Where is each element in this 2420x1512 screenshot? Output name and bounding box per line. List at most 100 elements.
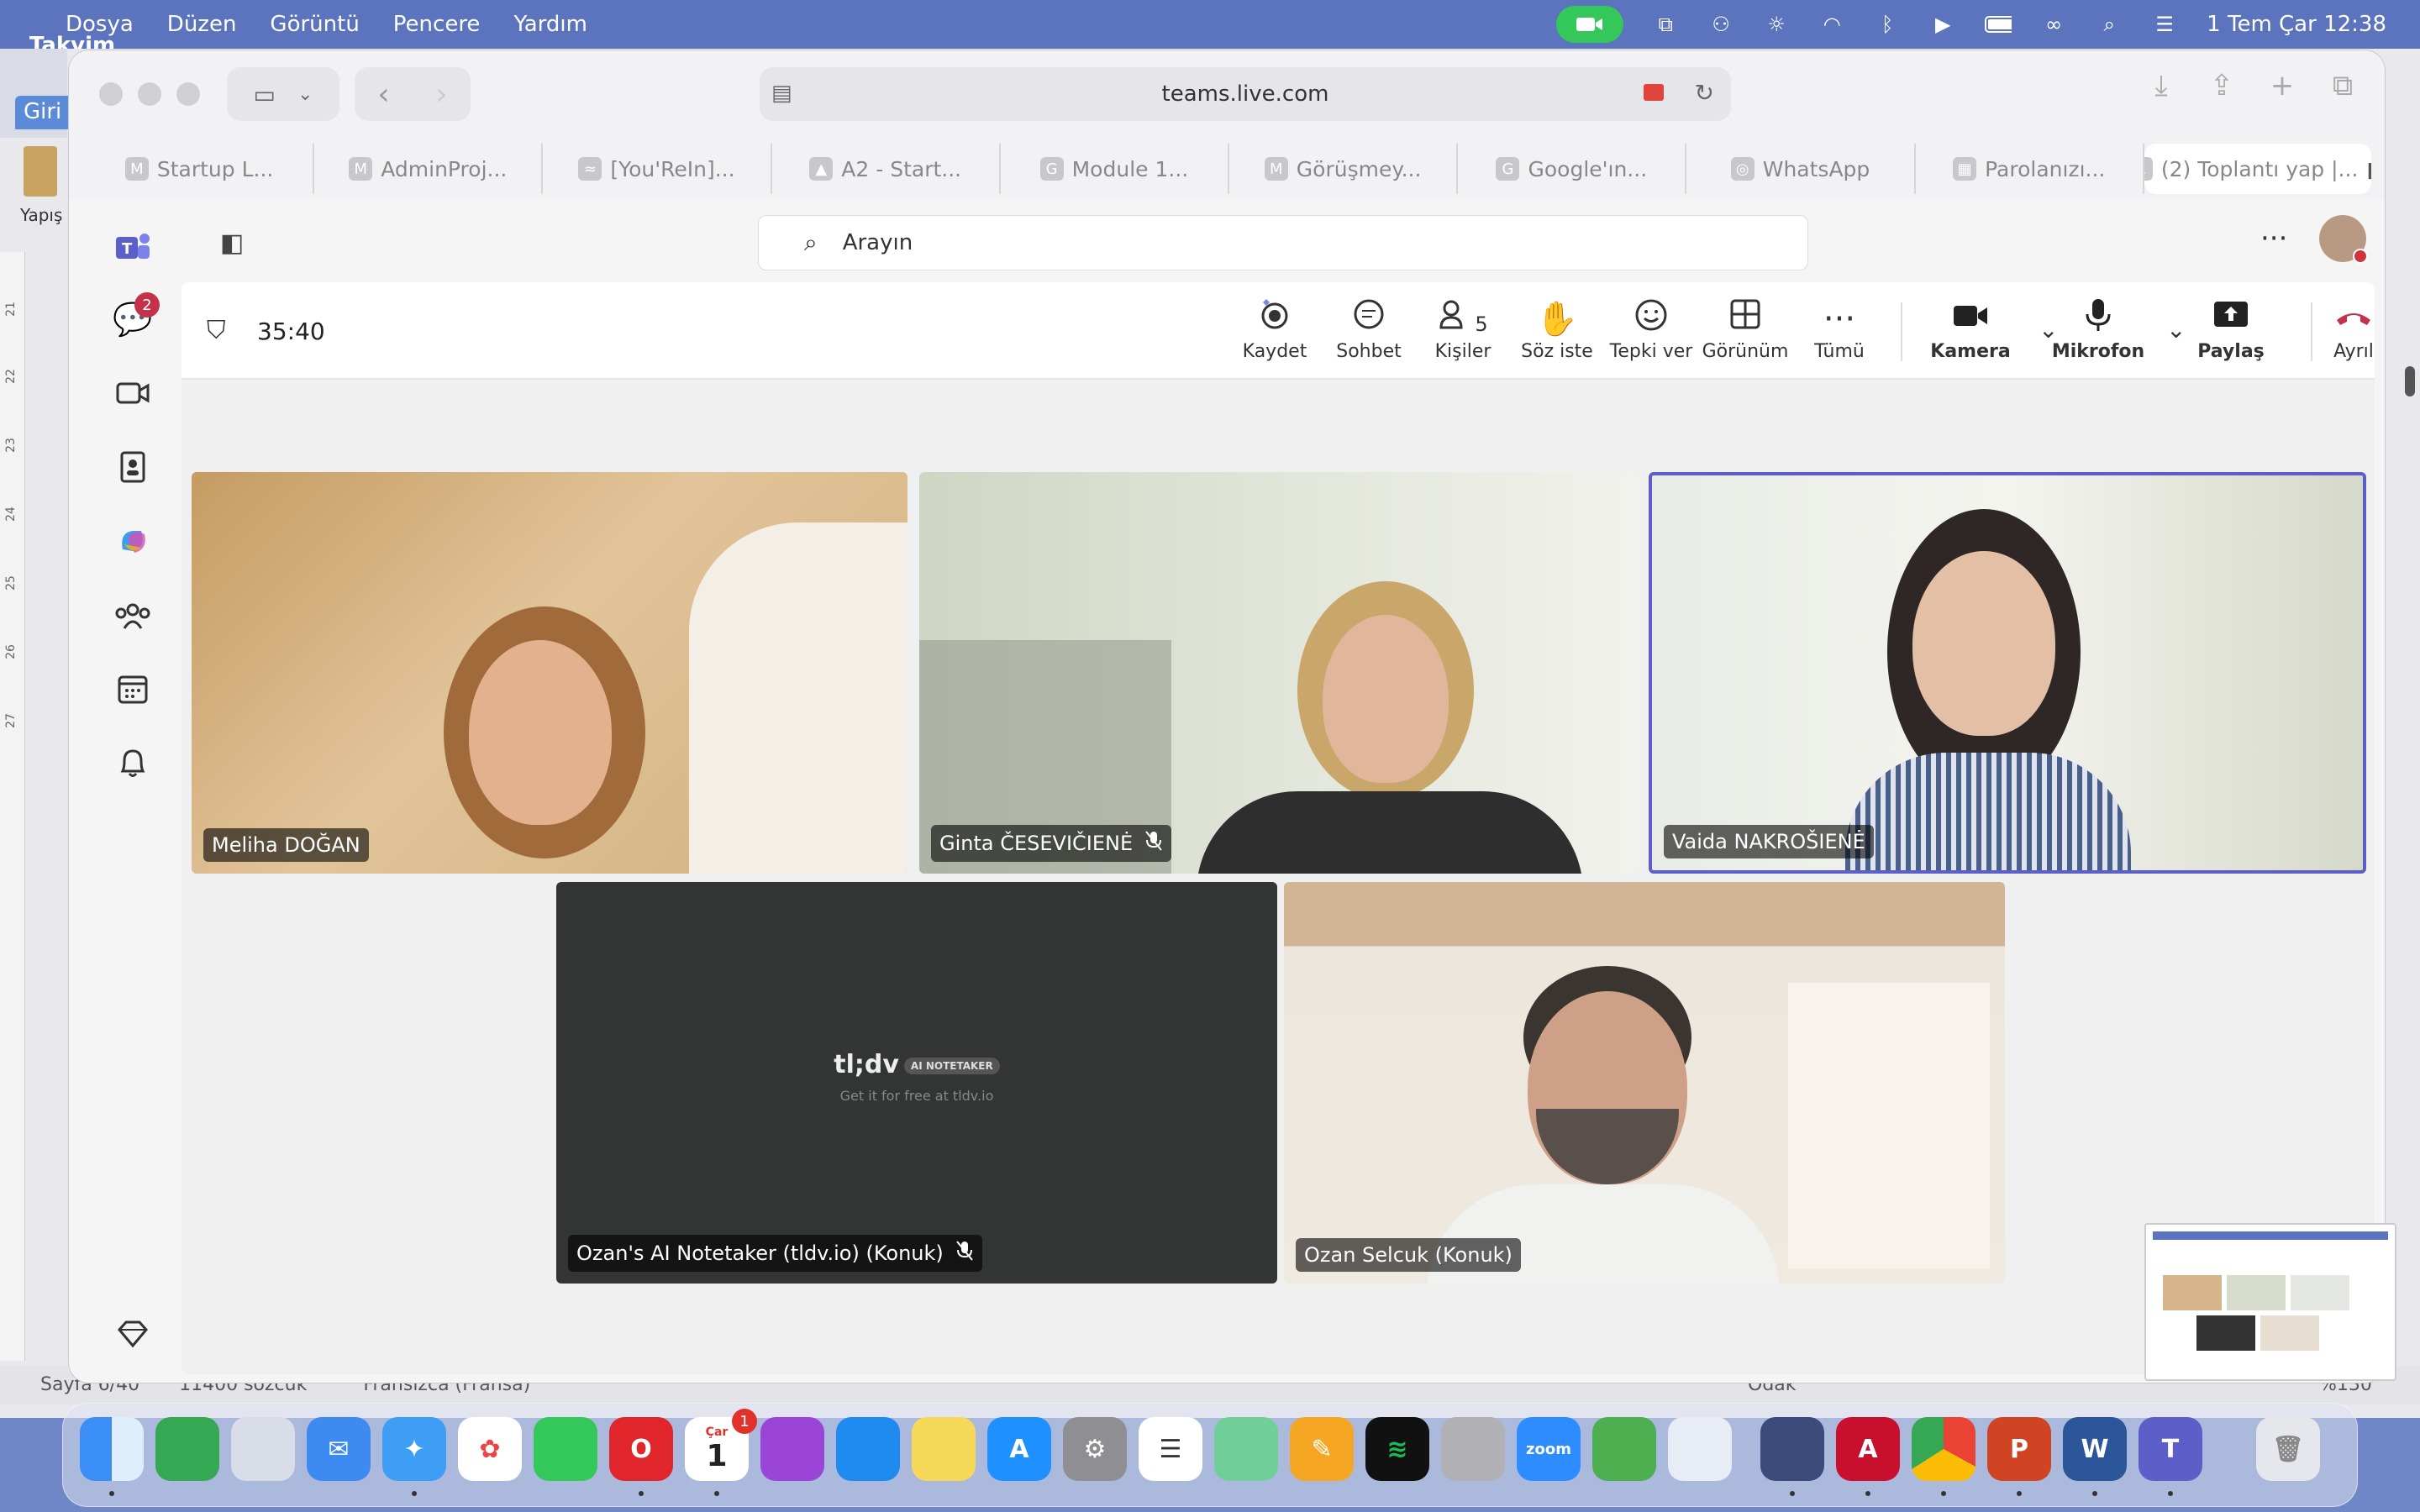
- contacts-app-icon[interactable]: [1441, 1417, 1505, 1481]
- share-button[interactable]: Paylaş: [2185, 297, 2277, 362]
- forward-button[interactable]: ›: [435, 77, 447, 112]
- browser-tab[interactable]: ▦ Parolanızı...: [1916, 144, 2144, 194]
- shield-icon[interactable]: ⛉: [207, 316, 226, 345]
- teams-search-bar[interactable]: ⌕ Arayın: [758, 215, 1808, 270]
- browser-tab[interactable]: M Startup L...: [86, 144, 315, 194]
- brightness-icon[interactable]: ☼: [1763, 13, 1790, 36]
- back-button[interactable]: ‹: [377, 77, 389, 112]
- chrome-icon[interactable]: [1912, 1417, 1975, 1481]
- view-button[interactable]: Görünüm: [1699, 297, 1791, 362]
- share-icon[interactable]: ⇪: [2203, 67, 2240, 104]
- utility-app-icon[interactable]: [1668, 1417, 1732, 1481]
- browser-tab[interactable]: M AdminProj...: [314, 144, 544, 194]
- leave-button[interactable]: Ayrıl: [2307, 297, 2375, 362]
- control-center-icon[interactable]: ☰: [2151, 13, 2178, 36]
- podcasts-icon[interactable]: [760, 1417, 824, 1481]
- zoom-window-button[interactable]: [176, 82, 200, 106]
- trash-icon[interactable]: 🗑: [2256, 1417, 2320, 1481]
- zoom-icon[interactable]: zoom: [1517, 1417, 1581, 1481]
- chat-nav-icon[interactable]: 💬 2: [106, 292, 160, 346]
- browser-tab[interactable]: ▲ A2 - Start...: [772, 144, 1001, 194]
- raise-hand-button[interactable]: ✋ Söz iste: [1511, 297, 1603, 362]
- react-button[interactable]: Tepki ver: [1605, 297, 1697, 362]
- teams-dock-icon[interactable]: T: [2139, 1417, 2202, 1481]
- premium-diamond-icon[interactable]: [106, 1307, 160, 1361]
- record-button[interactable]: Kaydet: [1228, 297, 1321, 362]
- contacts-nav-icon[interactable]: [106, 440, 160, 494]
- screenshot-preview-thumbnail[interactable]: [2144, 1223, 2396, 1381]
- menubar-clock[interactable]: 1 Tem Çar 12:38: [2207, 12, 2386, 37]
- participant-video-tile[interactable]: Ginta ČESEVIČIENĖ: [919, 472, 1639, 874]
- mic-options-chevron-icon[interactable]: ⌄: [2166, 316, 2186, 344]
- facetime-icon[interactable]: [534, 1417, 597, 1481]
- microphone-button[interactable]: Mikrofon: [2052, 297, 2144, 362]
- battery-icon[interactable]: [1985, 13, 2012, 35]
- opera-icon[interactable]: O: [609, 1417, 673, 1481]
- more-options-icon[interactable]: ···: [2260, 222, 2287, 255]
- sidebar-toggle-button[interactable]: ▭ ⌄: [227, 67, 339, 121]
- system-settings-icon[interactable]: ⚙: [1063, 1417, 1127, 1481]
- document-scrollbar[interactable]: [2405, 366, 2415, 396]
- participant-video-tile-active-speaker[interactable]: Vaida NAKROŠIENĖ: [1649, 472, 2366, 874]
- participant-video-tile[interactable]: Meliha DOĞAN: [192, 472, 908, 874]
- minimize-window-button[interactable]: [138, 82, 161, 106]
- safari-icon[interactable]: ✦: [382, 1417, 446, 1481]
- browser-tab-active[interactable]: L (2) Toplantı yap |... ■: [2144, 144, 2372, 194]
- acrobat-icon[interactable]: A: [1836, 1417, 1900, 1481]
- wifi-icon[interactable]: ◠: [1818, 13, 1845, 36]
- people-button[interactable]: 5 Kişiler: [1417, 297, 1509, 362]
- launchpad-icon[interactable]: [231, 1417, 295, 1481]
- browser-tab[interactable]: ≈ [You'ReIn]...: [543, 144, 772, 194]
- mail-icon[interactable]: ✉: [307, 1417, 371, 1481]
- page-menu-icon[interactable]: ▤: [771, 81, 792, 106]
- screen-mirroring-icon[interactable]: ⧉: [1652, 13, 1679, 36]
- reload-icon[interactable]: ↻: [1695, 79, 1714, 107]
- more-actions-button[interactable]: ··· Tümü: [1793, 297, 1886, 362]
- airpods-icon[interactable]: ⚇: [1707, 13, 1734, 36]
- word-icon[interactable]: W: [2063, 1417, 2127, 1481]
- menu-view[interactable]: Görüntü: [270, 12, 359, 37]
- new-tab-icon[interactable]: +: [2264, 67, 2301, 104]
- finder-icon[interactable]: [80, 1417, 144, 1481]
- participant-video-tile[interactable]: Ozan Selcuk (Konuk): [1284, 882, 2005, 1284]
- keynote-icon[interactable]: [836, 1417, 900, 1481]
- browser-tab[interactable]: ◎ WhatsApp: [1686, 144, 1916, 194]
- pages-icon[interactable]: ✎: [1290, 1417, 1354, 1481]
- browser-tab[interactable]: G Google'ın...: [1458, 144, 1687, 194]
- facetime-indicator-icon[interactable]: [1556, 6, 1624, 43]
- collapse-pane-icon[interactable]: ◧: [220, 228, 244, 258]
- downloads-icon[interactable]: ⤓: [2143, 67, 2180, 104]
- chat-button[interactable]: Sohbet: [1323, 297, 1415, 362]
- notes-icon[interactable]: [912, 1417, 976, 1481]
- calendar-nav-icon[interactable]: [106, 662, 160, 716]
- browser-tab[interactable]: M Görüşmey...: [1229, 144, 1459, 194]
- menu-edit[interactable]: Düzen: [167, 12, 237, 37]
- bluetooth-icon[interactable]: ᛒ: [1874, 13, 1901, 36]
- tab-overview-icon[interactable]: ⧉: [2324, 67, 2361, 104]
- spotlight-search-icon[interactable]: ⌕: [2096, 13, 2123, 36]
- menu-window[interactable]: Pencere: [393, 12, 481, 37]
- reminders-icon[interactable]: ☰: [1139, 1417, 1202, 1481]
- copilot-nav-icon[interactable]: [106, 514, 160, 568]
- camera-button[interactable]: Kamera: [1924, 297, 2017, 362]
- close-window-button[interactable]: [99, 82, 123, 106]
- activity-bell-icon[interactable]: [106, 736, 160, 790]
- address-bar[interactable]: ▤ teams.live.com ↻: [760, 67, 1731, 121]
- teams-logo-icon[interactable]: T: [106, 220, 160, 274]
- browser-tab[interactable]: G Module 1...: [1001, 144, 1230, 194]
- communities-nav-icon[interactable]: [106, 588, 160, 642]
- link-icon[interactable]: ∞: [2040, 13, 2067, 36]
- maps-icon[interactable]: [1214, 1417, 1278, 1481]
- numbers-icon[interactable]: [155, 1417, 219, 1481]
- user-avatar[interactable]: [2319, 215, 2368, 264]
- menu-help[interactable]: Yardım: [513, 12, 587, 37]
- participant-video-tile[interactable]: tl;dv AI NOTETAKER Get it for free at tldv…: [556, 882, 1277, 1284]
- powerpoint-icon[interactable]: P: [1987, 1417, 2051, 1481]
- photos-icon[interactable]: ✿: [458, 1417, 522, 1481]
- app-store-icon[interactable]: A: [987, 1417, 1051, 1481]
- camera-in-use-icon[interactable]: [1644, 84, 1664, 101]
- green-app-icon[interactable]: [1592, 1417, 1656, 1481]
- meet-nav-icon[interactable]: [106, 366, 160, 420]
- now-playing-icon[interactable]: ▶: [1929, 13, 1956, 36]
- spotify-icon[interactable]: ≋: [1365, 1417, 1429, 1481]
